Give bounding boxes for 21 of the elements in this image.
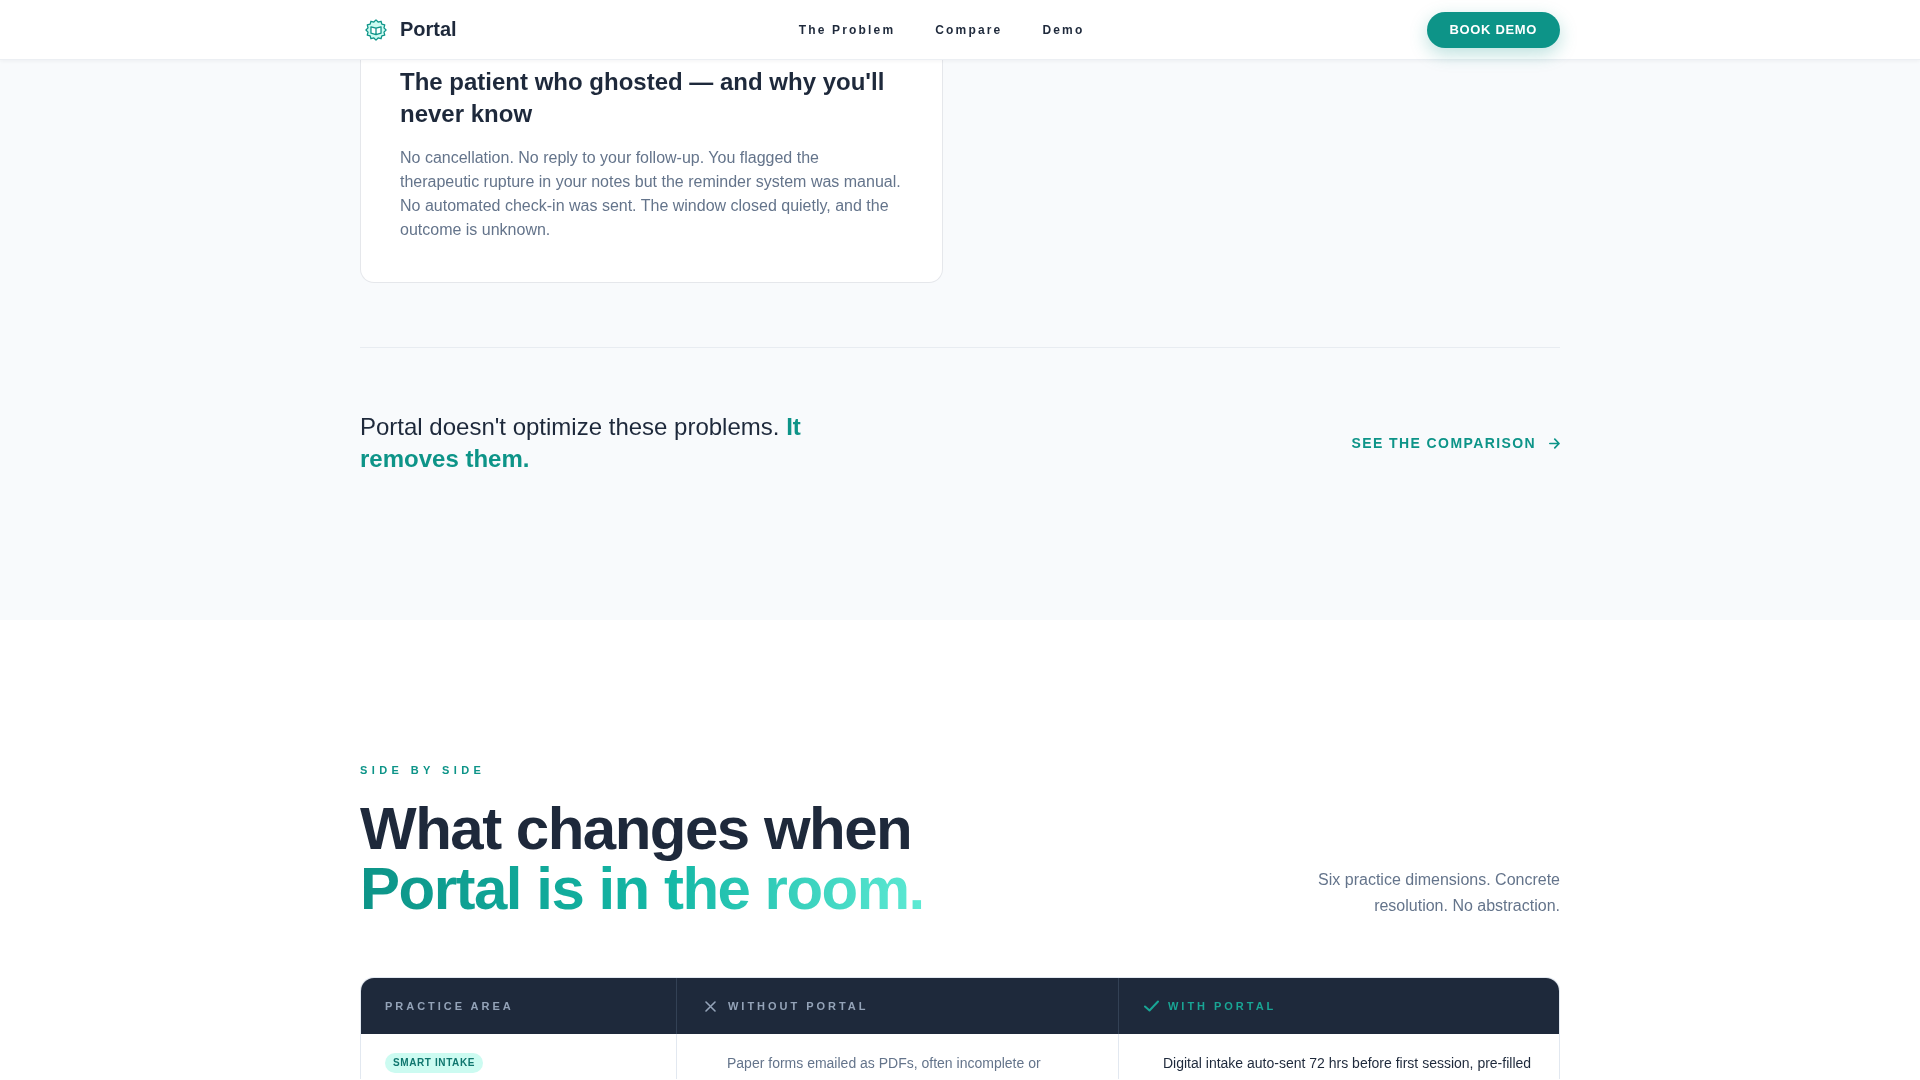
without-portal-text: Paper forms emailed as PDFs, often incomplete or — [727, 1055, 1041, 1071]
nav-link[interactable]: The Problem — [798, 22, 896, 37]
check-icon — [1144, 1000, 1159, 1012]
column-header: WITH PORTAL — [1168, 1000, 1277, 1012]
nav-link[interactable]: Demo — [1042, 22, 1085, 37]
practice-area-tag: SMART INTAKE — [385, 1053, 483, 1073]
comparison-link[interactable]: SEE THE COMPARISON — [1351, 435, 1560, 451]
arrow-right-icon — [1549, 437, 1560, 449]
x-icon — [705, 1000, 716, 1012]
brand-name[interactable]: Portal — [400, 18, 457, 41]
book-demo-button[interactable]: BOOK DEMO — [1426, 11, 1560, 48]
intro-text: Six practice dimensions. Concrete resolution. No abstraction. — [1317, 870, 1560, 916]
card-body: No cancellation. No reply to your follow-up. You flagged the therapeutic rupture in your notes but the reminder system was manual. No automated check-in was sent. The window closed quietly, and the outcome is unknown. — [400, 148, 902, 240]
logo-icon — [365, 18, 387, 41]
column-header: PRACTICE AREA — [385, 1000, 514, 1012]
card-title: The patient who ghosted — and why you'll never know — [400, 67, 886, 129]
callout-text: Portal doesn't optimize these problems. It removes them. — [360, 412, 802, 474]
nav-link[interactable]: Compare — [935, 22, 1003, 37]
with-portal-text: Digital intake auto-sent 72 hrs before first session, pre-filled — [1163, 1055, 1532, 1071]
eyebrow-label: SIDE BY SIDE — [360, 763, 486, 778]
column-header: WITHOUT PORTAL — [728, 1000, 869, 1012]
